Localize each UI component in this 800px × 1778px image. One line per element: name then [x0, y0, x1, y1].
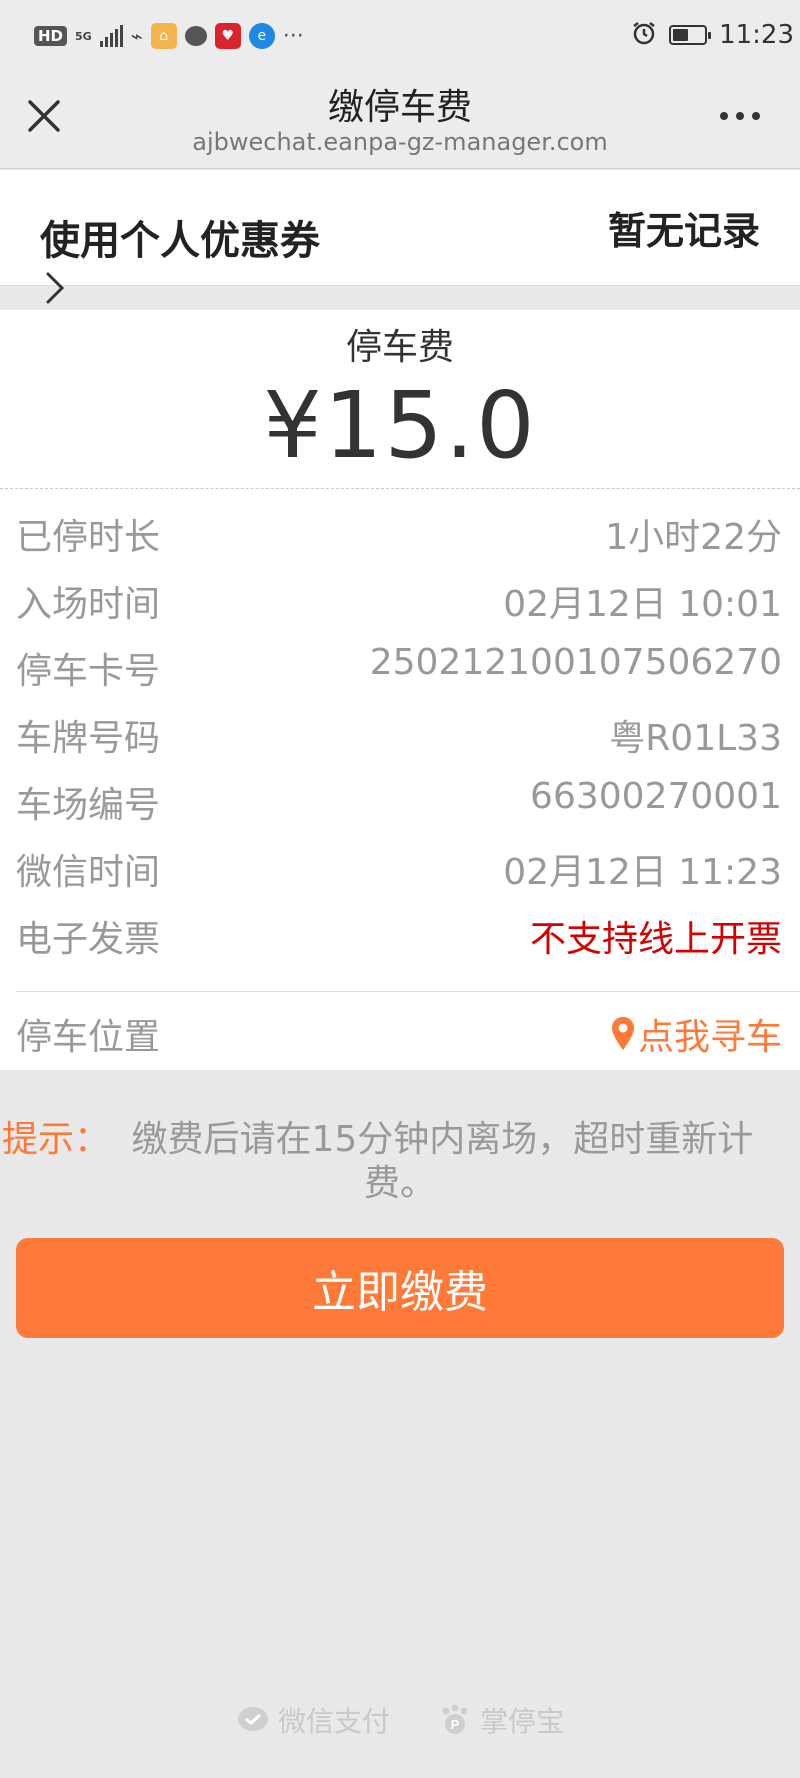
divider — [0, 488, 800, 489]
detail-key: 车牌号码 — [16, 718, 161, 759]
detail-list: 已停时长 1小时22分 入场时间 02月12日 10:01 停车卡号 25021… — [0, 498, 800, 967]
detail-row-card-number: 停车卡号 250212100107506270 — [0, 632, 800, 699]
more-options-icon[interactable] — [720, 112, 760, 120]
detail-value: 粤R01L33 — [609, 718, 782, 759]
tip-text: 提示： 缴费后请在15分钟内离场，超时重新计 费。 — [2, 1118, 798, 1206]
pay-now-button[interactable]: 立即缴费 — [16, 1238, 784, 1338]
detail-row-invoice: 电子发票 不支持线上开票 — [0, 900, 800, 967]
status-bar: HD 5G ⌁ ⌂ ♥ e ··· 11:23 — [0, 0, 800, 72]
tip-line-1: 缴费后请在15分钟内离场，超时重新计 — [131, 1119, 754, 1160]
detail-row-duration: 已停时长 1小时22分 — [0, 498, 800, 565]
fee-label: 停车费 — [345, 327, 454, 368]
tip-label: 提示： — [2, 1119, 111, 1160]
detail-key: 已停时长 — [16, 517, 161, 558]
detail-row-lot-number: 车场编号 66300270001 — [0, 766, 800, 833]
coupon-row[interactable]: 使用个人优惠券 暂无记录 — [0, 170, 800, 304]
footer: 微信支付 P 掌停宝 — [0, 1700, 800, 1740]
detail-value: 02月12日 10:01 — [503, 584, 782, 625]
find-car-label: 点我寻车 — [637, 1017, 782, 1058]
detail-value: 1小时22分 — [605, 517, 782, 558]
battery-icon — [669, 25, 712, 45]
detail-key: 电子发票 — [16, 919, 161, 960]
fee-card: 停车费 ¥15.0 已停时长 1小时22分 入场时间 02月12日 10:01 … — [0, 310, 800, 1070]
wifi-icon: ⌁ — [130, 24, 143, 48]
network-type: 5G — [75, 29, 92, 43]
divider — [16, 991, 800, 992]
app-notification-icon: ⌂ — [150, 23, 177, 49]
more-notifications-icon: ··· — [282, 23, 304, 49]
page-title: 缴停车费 — [327, 87, 472, 128]
invoice-status: 不支持线上开票 — [529, 919, 782, 960]
detail-value: 66300270001 — [530, 776, 782, 817]
fee-amount: ¥15.0 — [263, 372, 537, 479]
coupon-status: 暂无记录 — [607, 209, 760, 253]
status-left: HD 5G ⌁ ⌂ ♥ e ··· — [34, 22, 304, 50]
footer-wechat-pay: 微信支付 — [236, 1700, 390, 1740]
coupon-label: 使用个人优惠券 — [40, 218, 320, 264]
detail-row-wechat-time: 微信时间 02月12日 11:23 — [0, 833, 800, 900]
page-url: ajbwechat.eanpa-gz-manager.com — [192, 128, 608, 156]
paw-p-icon: P — [442, 1704, 468, 1734]
chat-notification-icon — [184, 26, 207, 46]
svg-text:P: P — [451, 1717, 460, 1732]
footer-brand: P 掌停宝 — [438, 1700, 564, 1740]
detail-key: 车场编号 — [16, 785, 161, 826]
detail-row-plate: 车牌号码 粤R01L33 — [0, 699, 800, 766]
browser-header: 缴停车费 ajbwechat.eanpa-gz-manager.com — [0, 72, 800, 169]
wechat-pay-icon — [237, 1707, 268, 1731]
detail-row-location: 停车位置 点我寻车 — [0, 998, 800, 1065]
chevron-right-icon — [44, 270, 68, 306]
tip-line-2: 费。 — [363, 1163, 436, 1204]
browser-app-icon: e — [248, 23, 275, 49]
signal-icon — [99, 25, 123, 47]
red-app-icon: ♥ — [214, 23, 241, 49]
hd-indicator: HD — [34, 26, 68, 46]
status-right: 11:23 — [631, 18, 800, 52]
detail-key: 微信时间 — [16, 852, 161, 893]
location-pin-icon — [611, 1017, 634, 1050]
detail-key: 入场时间 — [16, 584, 161, 625]
detail-row-entry-time: 入场时间 02月12日 10:01 — [0, 565, 800, 632]
detail-value: 250212100107506270 — [369, 642, 782, 683]
footer-brand-label: 掌停宝 — [480, 1705, 565, 1738]
alarm-icon — [631, 20, 657, 50]
detail-key: 停车卡号 — [16, 651, 161, 692]
detail-value: 02月12日 11:23 — [503, 852, 782, 893]
footer-wechat-pay-label: 微信支付 — [277, 1705, 390, 1738]
find-car-link[interactable]: 点我寻车 — [610, 1008, 782, 1060]
clock: 11:23 — [719, 20, 794, 50]
detail-key: 停车位置 — [16, 1017, 161, 1058]
